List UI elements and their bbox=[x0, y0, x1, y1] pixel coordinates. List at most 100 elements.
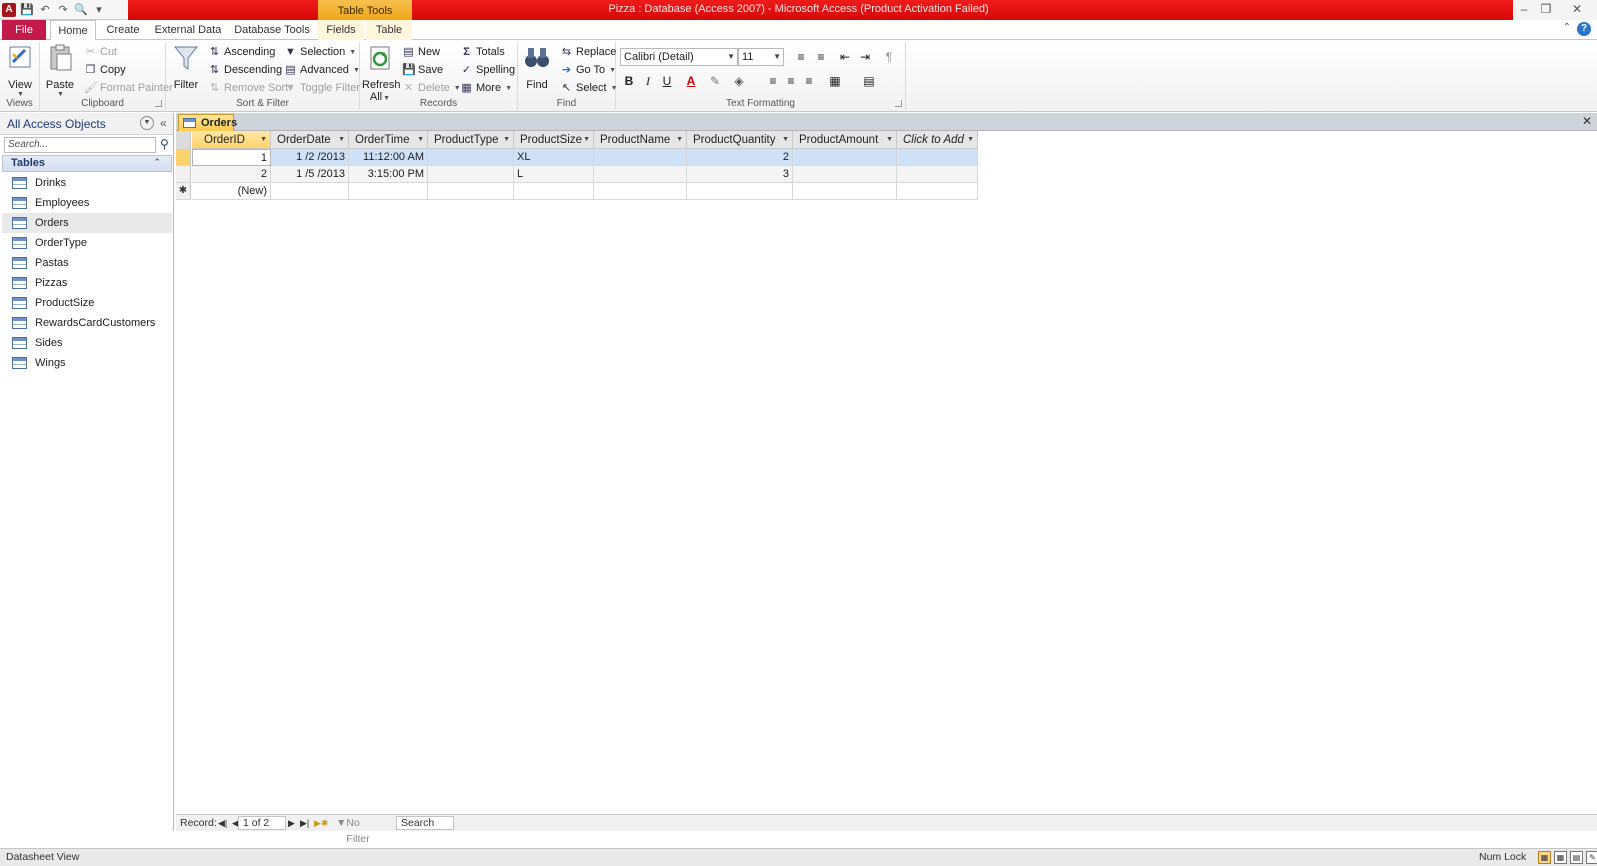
align-left-icon[interactable]: ≡ bbox=[764, 72, 782, 90]
nav-item-wings[interactable]: Wings bbox=[2, 353, 172, 373]
column-header-click-to-add[interactable]: Click to Add ▼ bbox=[897, 131, 978, 149]
underline-icon[interactable]: U bbox=[658, 72, 676, 90]
find-button[interactable]: Find bbox=[520, 44, 554, 91]
doc-tab-orders[interactable]: Orders bbox=[178, 114, 237, 131]
filter-button[interactable]: Filter bbox=[170, 44, 202, 91]
cell-orderid[interactable]: 2 bbox=[192, 166, 271, 183]
cell-producttype[interactable] bbox=[428, 149, 514, 166]
tab-database-tools[interactable]: Database Tools bbox=[232, 20, 312, 40]
nav-item-sides[interactable]: Sides bbox=[2, 333, 172, 353]
numbering-icon[interactable]: ≡ bbox=[812, 48, 830, 66]
clipboard-launcher-icon[interactable] bbox=[155, 100, 162, 107]
nav-item-drinks[interactable]: Drinks bbox=[2, 173, 172, 193]
cell-click-to-add[interactable] bbox=[897, 149, 978, 166]
first-record-icon[interactable]: ◀| bbox=[218, 815, 227, 831]
delete-record-button[interactable]: ✕ Delete ▼ bbox=[402, 80, 461, 97]
cell-orderid[interactable]: 1 bbox=[192, 149, 271, 166]
pivottable-view-icon[interactable]: ▦ bbox=[1554, 851, 1567, 864]
cell-productsize[interactable]: XL bbox=[514, 149, 594, 166]
save-record-button[interactable]: 💾 Save bbox=[402, 62, 443, 79]
nav-item-pastas[interactable]: Pastas bbox=[2, 253, 172, 273]
shutter-bar-close-icon[interactable]: « bbox=[160, 116, 167, 130]
search-icon[interactable]: ⚲ bbox=[160, 137, 169, 151]
design-view-icon[interactable]: ✎ bbox=[1586, 851, 1597, 864]
column-header-productamount[interactable]: ProductAmount ▼ bbox=[793, 131, 897, 149]
nav-menu-chevron-icon[interactable]: ▼ bbox=[140, 116, 154, 130]
font-size-combo[interactable]: 11 ▼ bbox=[738, 48, 784, 66]
decrease-indent-icon[interactable]: ⇤ bbox=[836, 48, 854, 66]
pivotchart-view-icon[interactable]: ▤ bbox=[1570, 851, 1583, 864]
cell-click-to-add[interactable] bbox=[897, 166, 978, 183]
column-header-ordertime[interactable]: OrderTime ▼ bbox=[349, 131, 428, 149]
next-record-icon[interactable]: ▶ bbox=[288, 815, 295, 831]
fill-color-icon[interactable]: ◈ bbox=[730, 72, 748, 90]
column-header-producttype[interactable]: ProductType ▼ bbox=[428, 131, 514, 149]
cell-new[interactable] bbox=[793, 183, 897, 200]
cell-new[interactable] bbox=[687, 183, 793, 200]
select-button[interactable]: ↖ Select ▼ bbox=[560, 80, 618, 97]
remove-sort-button[interactable]: ⇅ Remove Sort bbox=[208, 80, 288, 97]
new-record-button[interactable]: ▤ New bbox=[402, 44, 440, 61]
nav-item-ordertype[interactable]: OrderType bbox=[2, 233, 172, 253]
column-header-orderdate[interactable]: OrderDate ▼ bbox=[271, 131, 349, 149]
nav-item-employees[interactable]: Employees bbox=[2, 193, 172, 213]
cell-orderdate[interactable]: 1 /5 /2013 bbox=[271, 166, 349, 183]
minimize-icon[interactable]: – bbox=[1513, 0, 1535, 20]
select-all-corner[interactable] bbox=[176, 131, 191, 149]
new-row-marker-icon[interactable]: ✱ bbox=[176, 183, 191, 200]
tab-file[interactable]: File bbox=[2, 20, 46, 40]
nav-item-rewardscardcustomers[interactable]: RewardsCardCustomers bbox=[2, 313, 172, 333]
cell-producttype[interactable] bbox=[428, 166, 514, 183]
new-blank-record-icon[interactable]: ▶✱ bbox=[314, 815, 328, 831]
replace-button[interactable]: ⇆ Replace bbox=[560, 44, 616, 61]
alternate-row-color-icon[interactable]: ▤ bbox=[860, 72, 878, 90]
column-header-orderid[interactable]: OrderID ▼ bbox=[192, 131, 271, 149]
refresh-all-button[interactable]: Refresh All▼ bbox=[362, 44, 401, 103]
tab-external-data[interactable]: External Data bbox=[152, 20, 224, 40]
gridlines-icon[interactable]: ▦ bbox=[826, 72, 844, 90]
nav-item-pizzas[interactable]: Pizzas bbox=[2, 273, 172, 293]
cell-new[interactable] bbox=[514, 183, 594, 200]
cell-ordertime[interactable]: 3:15:00 PM bbox=[349, 166, 428, 183]
advanced-button[interactable]: ▤ Advanced ▼ bbox=[284, 62, 360, 79]
view-button[interactable]: View ▼ bbox=[4, 44, 36, 98]
tab-table[interactable]: Table bbox=[366, 20, 412, 40]
cell-new[interactable] bbox=[271, 183, 349, 200]
spelling-button[interactable]: ✓ Spelling bbox=[460, 62, 515, 79]
close-icon[interactable]: ✕ bbox=[1557, 0, 1597, 20]
current-record-field[interactable]: 1 of 2 bbox=[238, 816, 286, 830]
cell-productamount[interactable] bbox=[793, 149, 897, 166]
close-document-icon[interactable]: ✕ bbox=[1582, 114, 1592, 128]
nav-item-productsize[interactable]: ProductSize bbox=[2, 293, 172, 313]
no-filter-button[interactable]: ▼ No Filter bbox=[336, 815, 370, 845]
cell-ordertime[interactable]: 11:12:00 AM bbox=[349, 149, 428, 166]
cell-new[interactable] bbox=[349, 183, 428, 200]
record-search-input[interactable]: Search bbox=[396, 816, 454, 830]
row-selector[interactable] bbox=[176, 149, 191, 166]
font-name-combo[interactable]: Calibri (Detail) ▼ bbox=[620, 48, 738, 66]
cell-productsize[interactable]: L bbox=[514, 166, 594, 183]
cell-productname[interactable] bbox=[594, 149, 687, 166]
column-header-productsize[interactable]: ProductSize ▼ bbox=[514, 131, 594, 149]
sort-ascending-button[interactable]: ⇅ Ascending bbox=[208, 44, 275, 61]
cell-productquantity[interactable]: 3 bbox=[687, 166, 793, 183]
cell-productquantity[interactable]: 2 bbox=[687, 149, 793, 166]
highlight-color-icon[interactable]: ✎ bbox=[706, 72, 724, 90]
increase-indent-icon[interactable]: ⇥ bbox=[856, 48, 874, 66]
last-record-icon[interactable]: ▶| bbox=[300, 815, 309, 831]
cut-button[interactable]: ✂ Cut bbox=[84, 44, 117, 61]
toggle-filter-button[interactable]: ▼ Toggle Filter bbox=[284, 80, 360, 97]
column-header-productname[interactable]: ProductName ▼ bbox=[594, 131, 687, 149]
selection-button[interactable]: ▼ Selection ▼ bbox=[284, 44, 356, 61]
copy-button[interactable]: ❐ Copy bbox=[84, 62, 126, 79]
italic-icon[interactable]: I bbox=[639, 72, 657, 90]
cell-productamount[interactable] bbox=[793, 166, 897, 183]
font-color-icon[interactable]: A bbox=[682, 72, 700, 90]
bold-icon[interactable]: B bbox=[620, 72, 638, 90]
totals-button[interactable]: Σ Totals bbox=[460, 44, 505, 61]
help-icon[interactable]: ? bbox=[1577, 22, 1591, 36]
minimize-ribbon-icon[interactable]: ⌃ bbox=[1563, 22, 1571, 36]
restore-icon[interactable]: ❐ bbox=[1535, 0, 1557, 20]
text-formatting-launcher-icon[interactable] bbox=[895, 100, 902, 107]
nav-group-tables[interactable]: Tables ⌃ bbox=[2, 155, 172, 172]
